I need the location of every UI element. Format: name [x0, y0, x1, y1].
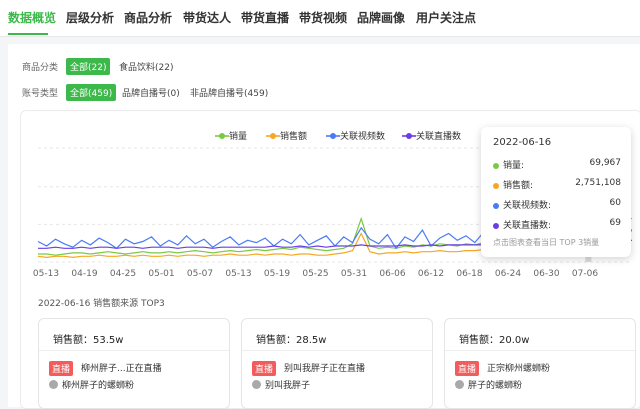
card-author[interactable]: 别叫我胖子 [265, 378, 310, 391]
tooltip-row-sales-volume: 销量: 69,967 [493, 158, 621, 171]
tooltip-value: 69,967 [589, 158, 622, 168]
tooltip-date: 2022-06-16 [493, 137, 552, 148]
x-tick-label: 06-12 [418, 269, 444, 279]
card-amount: 销售额：20.0w [459, 335, 530, 346]
series-dot-icon [493, 162, 499, 169]
top3-section-title: 2022-06-16 销售额来源 TOP3 [38, 299, 165, 309]
tooltip-hint: 点击图表查看当日 TOP 3销量 [493, 238, 600, 247]
top3-card-3[interactable]: 销售额：20.0w 直播 正宗柳州螺蛳粉 胖子的螺蛳粉 [444, 318, 636, 409]
tooltip-label: 销量: [503, 161, 525, 171]
x-tick-label: 05-13 [225, 269, 251, 279]
top3-card-1[interactable]: 销售额：53.5w 直播 柳州胖子...正在直播 柳州胖子的螺蛳粉 [38, 318, 230, 409]
tooltip-label: 关联视频数: [503, 201, 552, 211]
top3-card-2[interactable]: 销售额：28.5w 直播 别叫我胖子正在直播 别叫我胖子 [241, 318, 433, 409]
card-amount: 销售额：28.5w [256, 335, 327, 346]
avatar-icon [49, 380, 58, 389]
card-divider [445, 350, 635, 351]
card-amount: 销售额：53.5w [53, 335, 124, 346]
series-dot-icon [493, 202, 499, 209]
card-title[interactable]: 柳州胖子...正在直播 [81, 361, 162, 374]
live-badge: 直播 [252, 361, 277, 376]
chart-tooltip: 2022-06-16 销量: 69,967 销售额: 2,751,108 关联视… [481, 127, 631, 257]
avatar-icon [252, 380, 261, 389]
x-tick-label: 05-25 [302, 269, 328, 279]
tooltip-value: 2,751,108 [575, 178, 621, 188]
live-badge: 直播 [49, 361, 74, 376]
x-tick-label: 06-06 [379, 269, 405, 279]
series-dot-icon [493, 222, 499, 229]
tooltip-value: 69 [609, 218, 621, 228]
x-tick-label: 06-30 [533, 269, 559, 279]
tooltip-label: 销售额: [503, 181, 534, 191]
card-divider [39, 350, 229, 351]
x-tick-label: 05-01 [148, 269, 174, 279]
tooltip-label: 关联直播数: [503, 221, 552, 231]
avatar-icon [455, 380, 464, 389]
series-dot-icon [493, 182, 499, 189]
card-divider [242, 350, 432, 351]
x-tick-label: 04-25 [110, 269, 136, 279]
x-tick-label: 05-31 [341, 269, 367, 279]
live-badge: 直播 [455, 361, 480, 376]
tooltip-row-live-count: 关联直播数: 69 [493, 218, 621, 231]
x-tick-label: 05-07 [187, 269, 213, 279]
tooltip-row-video-count: 关联视频数: 60 [493, 198, 621, 211]
x-tick-label: 05-19 [264, 269, 290, 279]
x-tick-label: 06-18 [456, 269, 482, 279]
tooltip-row-sales-amount: 销售额: 2,751,108 [493, 178, 621, 191]
card-author[interactable]: 柳州胖子的螺蛳粉 [62, 378, 134, 391]
card-title[interactable]: 别叫我胖子正在直播 [284, 361, 365, 374]
tooltip-value: 60 [609, 198, 621, 208]
card-title[interactable]: 正宗柳州螺蛳粉 [487, 361, 550, 374]
x-tick-label: 05-13 [33, 269, 59, 279]
x-tick-label: 04-19 [71, 269, 97, 279]
x-tick-label: 06-24 [495, 269, 521, 279]
card-author[interactable]: 胖子的螺蛳粉 [468, 378, 522, 391]
x-tick-label: 07-06 [572, 269, 598, 279]
